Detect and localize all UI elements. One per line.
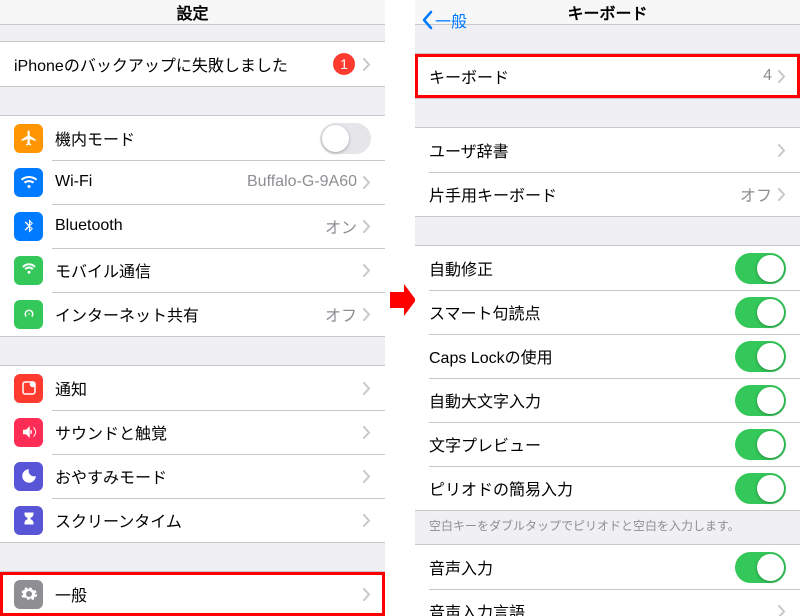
row-label: 音声入力言語	[429, 599, 778, 616]
row-label: 自動修正	[429, 256, 735, 280]
dnd-icon	[14, 462, 43, 491]
row-label: 通知	[55, 376, 363, 400]
row-periodshortcut[interactable]: ピリオドの簡易入力	[415, 466, 800, 510]
period-shortcut-note: 空白キーをダブルタップでピリオドと空白を入力します。	[415, 511, 800, 544]
backup-failed-row[interactable]: iPhoneのバックアップに失敗しました 1	[0, 42, 385, 86]
notification-badge: 1	[333, 53, 355, 75]
chevron-right-icon	[363, 382, 371, 395]
row-label: モバイル通信	[55, 258, 363, 282]
nav-title: 設定	[176, 0, 208, 24]
back-button[interactable]: 一般	[421, 0, 467, 40]
row-smartpunct[interactable]: スマート句読点	[415, 290, 800, 334]
row-label: インターネット共有	[55, 302, 325, 326]
toggle-switch[interactable]	[735, 429, 786, 460]
chevron-right-icon	[363, 176, 371, 189]
keyboard-pane: 一般 キーボード キーボード4 ユーザ辞書片手用キーボードオフ 自動修正スマート…	[415, 0, 800, 616]
hotspot-icon	[14, 300, 43, 329]
toggle-switch[interactable]	[735, 297, 786, 328]
row-value: オン	[325, 214, 357, 238]
transition-arrow-icon	[388, 280, 418, 320]
row-onehand[interactable]: 片手用キーボードオフ	[415, 172, 800, 216]
chevron-right-icon	[363, 220, 371, 233]
row-dictation[interactable]: 音声入力	[415, 545, 800, 589]
row-autocap[interactable]: 自動大文字入力	[415, 378, 800, 422]
row-label: Caps Lockの使用	[429, 344, 735, 368]
row-notifications[interactable]: 通知	[0, 366, 385, 410]
toggle-switch[interactable]	[735, 552, 786, 583]
row-keyboards[interactable]: キーボード4	[415, 54, 800, 98]
chevron-right-icon	[363, 470, 371, 483]
chevron-right-icon	[363, 308, 371, 321]
chevron-right-icon	[778, 70, 786, 83]
cellular-icon	[14, 256, 43, 285]
notifications-icon	[14, 374, 43, 403]
chevron-right-icon	[363, 514, 371, 527]
row-label: Bluetooth	[55, 217, 325, 235]
row-value: オフ	[740, 182, 772, 206]
row-userdict[interactable]: ユーザ辞書	[415, 128, 800, 172]
navbar-right: 一般 キーボード	[415, 0, 800, 25]
chevron-right-icon	[363, 588, 371, 601]
row-label: ピリオドの簡易入力	[429, 476, 735, 500]
row-label: スマート句読点	[429, 300, 735, 324]
toggle-switch[interactable]	[735, 253, 786, 284]
navbar-left: 設定	[0, 0, 385, 25]
row-dictationlang[interactable]: 音声入力言語	[415, 589, 800, 616]
row-hotspot[interactable]: インターネット共有オフ	[0, 292, 385, 336]
toggle-switch[interactable]	[735, 473, 786, 504]
row-value: Buffalo-G-9A60	[247, 173, 357, 191]
row-label: おやすみモード	[55, 464, 363, 488]
row-label: 片手用キーボード	[429, 182, 740, 206]
chevron-right-icon	[778, 144, 786, 157]
row-value: 4	[763, 67, 772, 85]
bluetooth-icon	[14, 212, 43, 241]
sounds-icon	[14, 418, 43, 447]
row-label: スクリーンタイム	[55, 508, 363, 532]
row-label: キーボード	[429, 64, 763, 88]
nav-title: キーボード	[567, 0, 647, 24]
row-charpreview[interactable]: 文字プレビュー	[415, 422, 800, 466]
row-autocorrect[interactable]: 自動修正	[415, 246, 800, 290]
backup-failed-label: iPhoneのバックアップに失敗しました	[14, 52, 333, 76]
general-icon	[14, 580, 43, 609]
row-label: 音声入力	[429, 555, 735, 579]
row-label: 一般	[55, 582, 363, 606]
chevron-right-icon	[363, 264, 371, 277]
row-dnd[interactable]: おやすみモード	[0, 454, 385, 498]
back-label: 一般	[435, 8, 467, 32]
row-label: 機内モード	[55, 126, 320, 150]
row-wifi[interactable]: Wi-FiBuffalo-G-9A60	[0, 160, 385, 204]
row-capslock[interactable]: Caps Lockの使用	[415, 334, 800, 378]
toggle-switch[interactable]	[735, 341, 786, 372]
row-label: ユーザ辞書	[429, 138, 778, 162]
toggle-switch[interactable]	[735, 385, 786, 416]
row-cellular[interactable]: モバイル通信	[0, 248, 385, 292]
chevron-right-icon	[778, 188, 786, 201]
row-label: Wi-Fi	[55, 173, 247, 191]
row-airplane[interactable]: 機内モード	[0, 116, 385, 160]
row-label: 自動大文字入力	[429, 388, 735, 412]
row-bluetooth[interactable]: Bluetoothオン	[0, 204, 385, 248]
row-screentime[interactable]: スクリーンタイム	[0, 498, 385, 542]
airplane-icon	[14, 124, 43, 153]
chevron-right-icon	[363, 426, 371, 439]
row-label: サウンドと触覚	[55, 420, 363, 444]
wifi-icon	[14, 168, 43, 197]
row-value: オフ	[325, 302, 357, 326]
row-sounds[interactable]: サウンドと触覚	[0, 410, 385, 454]
row-label: 文字プレビュー	[429, 432, 735, 456]
toggle-switch[interactable]	[320, 123, 371, 154]
screentime-icon	[14, 506, 43, 535]
row-general[interactable]: 一般	[0, 572, 385, 616]
chevron-right-icon	[363, 58, 371, 71]
chevron-right-icon	[778, 605, 786, 616]
settings-pane: 設定 iPhoneのバックアップに失敗しました 1 機内モード Wi-FiBuff…	[0, 0, 385, 616]
